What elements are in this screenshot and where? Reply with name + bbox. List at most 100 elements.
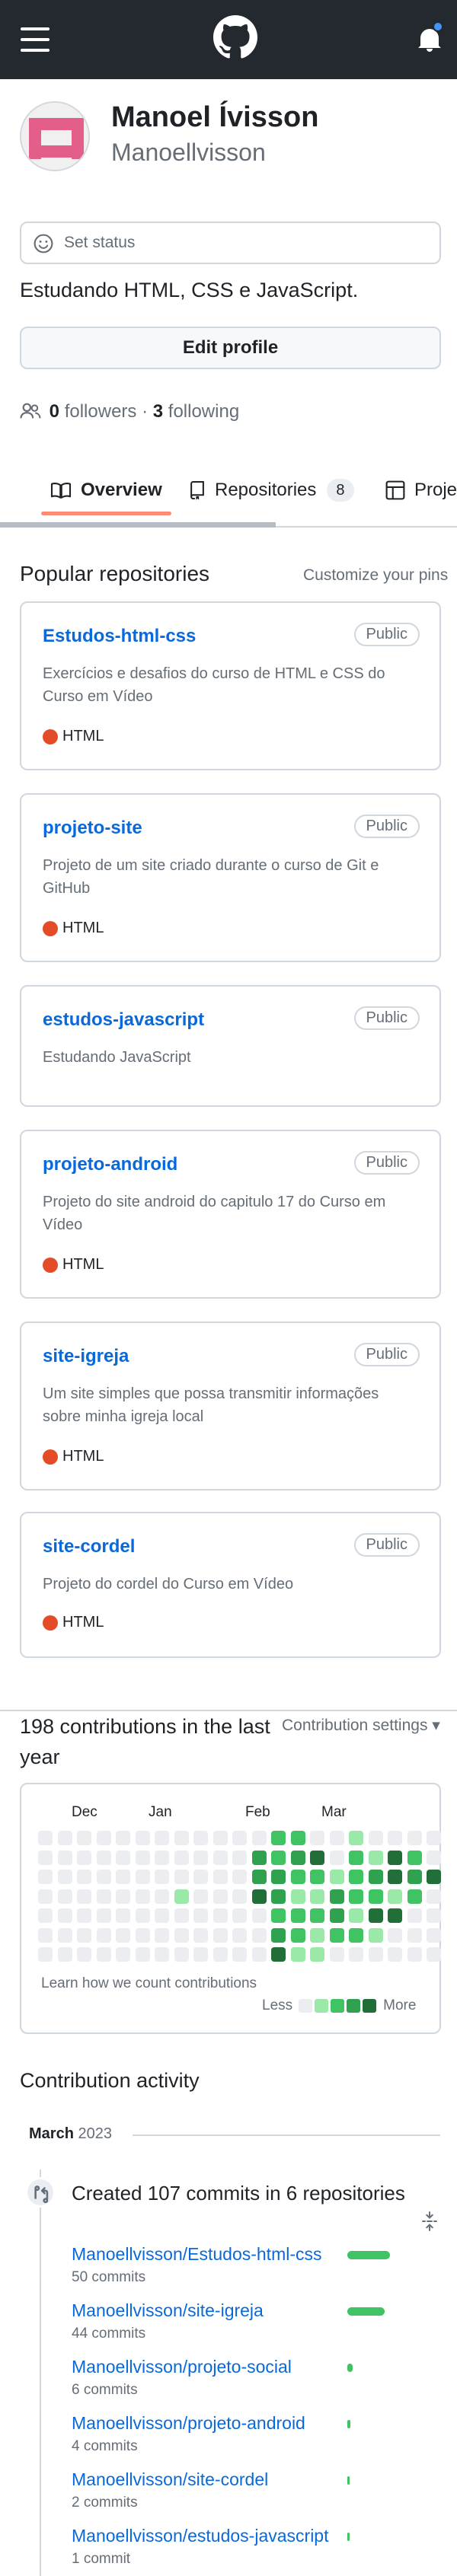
contribution-day-cell[interactable]: [329, 1850, 344, 1865]
contribution-day-cell[interactable]: [232, 1870, 247, 1884]
contribution-day-cell[interactable]: [116, 1831, 130, 1845]
contribution-day-cell[interactable]: [77, 1947, 91, 1962]
repo-link[interactable]: site-igreja: [43, 1346, 129, 1367]
contribution-day-cell[interactable]: [251, 1927, 267, 1943]
tab-projects[interactable]: Projects: [385, 473, 457, 507]
contribution-day-cell[interactable]: [368, 1947, 383, 1962]
contribution-day-cell[interactable]: [116, 1889, 130, 1904]
contribution-day-cell[interactable]: [251, 1889, 267, 1904]
contribution-settings-dropdown[interactable]: Contribution settings ▾: [282, 1716, 440, 1735]
contribution-day-cell[interactable]: [407, 1927, 422, 1943]
contribution-day-cell[interactable]: [232, 1908, 247, 1923]
contribution-day-cell[interactable]: [232, 1850, 247, 1865]
contribution-day-cell[interactable]: [388, 1831, 402, 1845]
contribution-day-cell[interactable]: [116, 1850, 130, 1865]
contribution-day-cell[interactable]: [174, 1908, 189, 1923]
contribution-day-cell[interactable]: [232, 1947, 247, 1962]
contribution-day-cell[interactable]: [407, 1870, 422, 1884]
contribution-day-cell[interactable]: [57, 1850, 72, 1865]
contribution-day-cell[interactable]: [407, 1908, 422, 1923]
contribution-day-cell[interactable]: [349, 1947, 363, 1962]
contribution-day-cell[interactable]: [193, 1850, 208, 1865]
contribution-day-cell[interactable]: [77, 1889, 91, 1904]
contribution-day-cell[interactable]: [290, 1947, 305, 1962]
repo-link[interactable]: site-cordel: [43, 1536, 135, 1557]
contribution-day-cell[interactable]: [135, 1831, 150, 1845]
following-link[interactable]: 3 following: [153, 401, 239, 422]
contribution-day-cell[interactable]: [271, 1870, 286, 1884]
contribution-day-cell[interactable]: [329, 1927, 344, 1943]
contribution-day-cell[interactable]: [232, 1831, 247, 1845]
contribution-day-cell[interactable]: [96, 1947, 111, 1962]
contribution-day-cell[interactable]: [271, 1850, 286, 1865]
contribution-day-cell[interactable]: [388, 1908, 402, 1923]
contribution-day-cell[interactable]: [96, 1889, 111, 1904]
contribution-day-cell[interactable]: [427, 1908, 441, 1923]
contribution-day-cell[interactable]: [349, 1908, 363, 1923]
contribution-day-cell[interactable]: [427, 1947, 441, 1962]
contribution-day-cell[interactable]: [155, 1831, 169, 1845]
contribution-day-cell[interactable]: [193, 1908, 208, 1923]
contribution-day-cell[interactable]: [135, 1850, 150, 1865]
contribution-day-cell[interactable]: [155, 1947, 169, 1962]
contribution-day-cell[interactable]: [388, 1889, 402, 1904]
contribution-day-cell[interactable]: [116, 1927, 130, 1943]
contribution-day-cell[interactable]: [232, 1927, 247, 1943]
contribution-day-cell[interactable]: [290, 1850, 305, 1865]
contribution-day-cell[interactable]: [310, 1850, 324, 1865]
contribution-day-cell[interactable]: [349, 1850, 363, 1865]
contribution-day-cell[interactable]: [271, 1831, 286, 1845]
contribution-day-cell[interactable]: [135, 1889, 150, 1904]
contribution-day-cell[interactable]: [271, 1927, 286, 1943]
contribution-day-cell[interactable]: [193, 1927, 208, 1943]
contribution-day-cell[interactable]: [251, 1947, 267, 1962]
commit-repo-link[interactable]: Manoellvisson/estudos-javascript: [72, 2526, 329, 2546]
contribution-day-cell[interactable]: [213, 1947, 228, 1962]
contribution-day-cell[interactable]: [77, 1831, 91, 1845]
contribution-day-cell[interactable]: [38, 1927, 53, 1943]
contribution-day-cell[interactable]: [96, 1927, 111, 1943]
contribution-day-cell[interactable]: [57, 1831, 72, 1845]
contribution-day-cell[interactable]: [349, 1889, 363, 1904]
contribution-day-cell[interactable]: [310, 1927, 324, 1943]
contribution-day-cell[interactable]: [116, 1908, 130, 1923]
contribution-day-cell[interactable]: [368, 1889, 383, 1904]
set-status-button[interactable]: Set status: [20, 222, 441, 264]
contribution-day-cell[interactable]: [329, 1908, 344, 1923]
contribution-day-cell[interactable]: [290, 1870, 305, 1884]
commit-count-link[interactable]: 2 commits: [72, 2495, 268, 2511]
followers-link[interactable]: 0 followers: [50, 401, 137, 422]
contribution-day-cell[interactable]: [174, 1889, 189, 1904]
contribution-day-cell[interactable]: [213, 1927, 228, 1943]
contribution-day-cell[interactable]: [174, 1947, 189, 1962]
contribution-day-cell[interactable]: [310, 1831, 324, 1845]
contribution-day-cell[interactable]: [427, 1889, 441, 1904]
contribution-day-cell[interactable]: [155, 1908, 169, 1923]
contribution-day-cell[interactable]: [290, 1831, 305, 1845]
contribution-day-cell[interactable]: [251, 1908, 267, 1923]
contribution-day-cell[interactable]: [96, 1831, 111, 1845]
contribution-day-cell[interactable]: [310, 1889, 324, 1904]
repo-link[interactable]: estudos-javascript: [43, 1009, 204, 1031]
contribution-day-cell[interactable]: [193, 1831, 208, 1845]
contribution-day-cell[interactable]: [213, 1850, 228, 1865]
contribution-day-cell[interactable]: [174, 1850, 189, 1865]
contribution-day-cell[interactable]: [193, 1870, 208, 1884]
commit-repo-link[interactable]: Manoellvisson/projeto-social: [72, 2357, 292, 2377]
contribution-day-cell[interactable]: [251, 1870, 267, 1884]
contribution-day-cell[interactable]: [271, 1947, 286, 1962]
contribution-day-cell[interactable]: [290, 1889, 305, 1904]
contribution-day-cell[interactable]: [96, 1908, 111, 1923]
contribution-day-cell[interactable]: [407, 1850, 422, 1865]
contribution-day-cell[interactable]: [388, 1927, 402, 1943]
contribution-day-cell[interactable]: [427, 1831, 441, 1845]
contribution-day-cell[interactable]: [251, 1831, 267, 1845]
commit-repo-link[interactable]: Manoellvisson/site-igreja: [72, 2300, 264, 2321]
customize-pins-link[interactable]: Customize your pins: [303, 566, 448, 585]
contribution-day-cell[interactable]: [38, 1831, 53, 1845]
contribution-day-cell[interactable]: [407, 1947, 422, 1962]
learn-contributions-link[interactable]: Learn how we count contributions: [41, 1975, 257, 1992]
contribution-day-cell[interactable]: [77, 1870, 91, 1884]
hamburger-icon[interactable]: [21, 27, 50, 52]
contribution-day-cell[interactable]: [368, 1870, 383, 1884]
